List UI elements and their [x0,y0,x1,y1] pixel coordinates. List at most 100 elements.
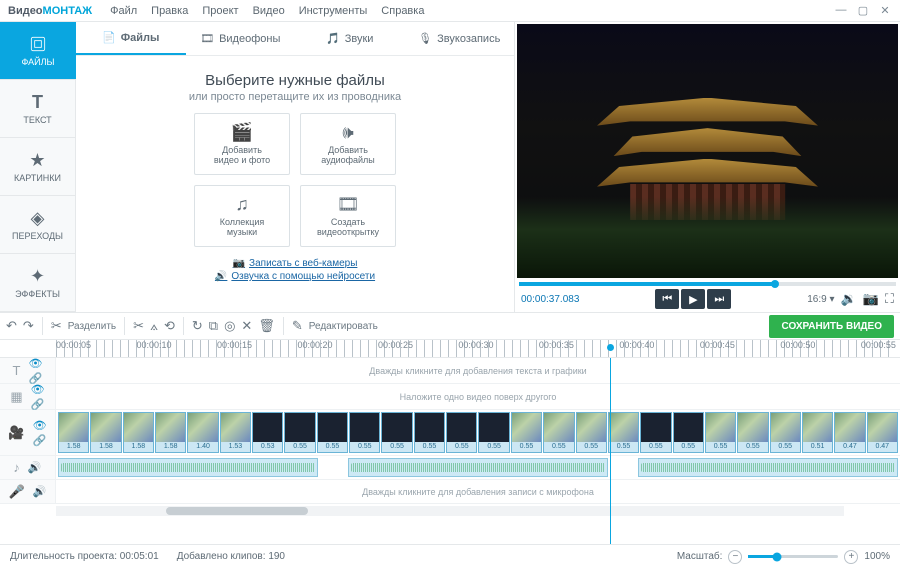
camera-icon: 🎬 [231,122,253,143]
audio-track[interactable] [56,456,900,479]
video-clip[interactable]: 0.47 [834,412,865,453]
video-clip[interactable]: 0.55 [576,412,607,453]
video-clip[interactable]: 0.55 [608,412,639,453]
tab-files[interactable]: 📄Файлы [76,22,186,55]
aspect-ratio[interactable]: 16:9 ▾ [807,294,834,305]
minimize-button[interactable]: — [834,4,848,17]
snapshot-icon[interactable]: 📷 [863,291,879,307]
video-clip[interactable]: 0.55 [349,412,380,453]
video-clip[interactable]: 0.55 [705,412,736,453]
tab-sounds[interactable]: 🎵Звуки [295,22,405,55]
video-card-button[interactable]: 🎞 Создатьвидеооткрытку [300,185,396,247]
tab-record[interactable]: 🎙Звукозапись [405,22,515,55]
menu-help[interactable]: Справка [381,5,424,17]
cut-button[interactable]: ✂ [133,318,144,334]
playhead[interactable] [610,358,611,544]
link-toggle[interactable]: 🔗 [31,398,45,411]
maximize-button[interactable]: ▢ [856,4,870,17]
time-ruler[interactable]: 00:00:0500:00:1000:00:1500:00:2000:00:25… [0,340,900,358]
audio-clip[interactable] [638,458,898,477]
save-video-button[interactable]: СОХРАНИТЬ ВИДЕО [769,315,894,338]
crop-button[interactable]: ⟑ [150,318,158,334]
video-clip[interactable]: 0.55 [640,412,671,453]
menu-tools[interactable]: Инструменты [299,5,368,17]
prev-button[interactable]: ⏮ [655,289,679,309]
menu-project[interactable]: Проект [202,5,238,17]
zoom-slider[interactable] [748,555,838,558]
delete-button[interactable]: 🗑 [258,318,275,334]
sidebar-effects[interactable]: ✦ ЭФФЕКТЫ [0,254,76,312]
video-clip[interactable]: 0.55 [511,412,542,453]
text-track[interactable]: Дважды кликните для добавления текста и … [56,358,900,383]
redo-button[interactable]: ↷ [23,318,34,334]
menu-edit[interactable]: Правка [151,5,188,17]
video-track[interactable]: 1.581.581.581.581.401.530.530.550.550.55… [56,410,900,455]
video-clip[interactable]: 0.55 [446,412,477,453]
video-clip[interactable]: 0.51 [802,412,833,453]
zoom-in-button[interactable]: + [844,550,858,564]
sidebar-label: ТЕКСТ [23,115,51,125]
music-collection-button[interactable]: ♫ Коллекциямузыки [194,185,290,247]
menu-video[interactable]: Видео [253,5,285,17]
video-clip[interactable]: 1.58 [58,412,89,453]
audio-clip[interactable] [348,458,608,477]
vis-toggle[interactable]: 👁 [31,383,45,396]
video-clip[interactable]: 0.55 [770,412,801,453]
video-clip[interactable]: 0.55 [737,412,768,453]
video-clip[interactable]: 0.53 [252,412,283,453]
mic-track[interactable]: Дважды кликните для добавления записи с … [56,480,900,503]
video-clip[interactable]: 0.55 [673,412,704,453]
video-clip[interactable]: 1.40 [187,412,218,453]
refresh-button[interactable]: ↻ [192,318,203,334]
video-clip[interactable]: 0.47 [867,412,898,453]
speaker-icon[interactable]: 🔊 [33,485,47,498]
mic-track-icon: 🎤 [9,484,25,500]
video-clip[interactable]: 1.58 [123,412,154,453]
timeline-scrollbar[interactable] [56,506,844,516]
video-clip[interactable]: 0.55 [317,412,348,453]
volume-icon[interactable]: 🔉 [841,291,857,307]
video-preview [517,24,898,278]
mic-icon: 🎙 [418,32,432,45]
pencil-icon: ✎ [292,318,303,334]
sidebar-transitions[interactable]: ◈ ПЕРЕХОДЫ [0,196,76,254]
next-button[interactable]: ⏭ [707,289,731,309]
close-button[interactable]: ✕ [878,4,892,17]
video-clip[interactable]: 1.53 [220,412,251,453]
fullscreen-icon[interactable]: ⛶ [885,291,894,307]
video-clip[interactable]: 0.55 [414,412,445,453]
vis-toggle[interactable]: 👁 [33,419,47,432]
play-button[interactable]: ▶ [681,289,705,309]
sidebar-pictures[interactable]: ★ КАРТИНКИ [0,138,76,196]
rotate-button[interactable]: ⟲ [164,318,175,334]
duplicate-button[interactable]: ⧉ [209,318,218,334]
video-clip[interactable]: 1.58 [90,412,121,453]
webcam-record-link[interactable]: 📷Записать с веб-камеры [233,258,358,269]
video-clip[interactable]: 0.55 [381,412,412,453]
video-clip[interactable]: 0.55 [284,412,315,453]
zoom-out-button[interactable]: − [728,550,742,564]
vis-toggle[interactable]: 👁 [28,357,42,370]
undo-button[interactable]: ↶ [6,318,17,334]
edit-button[interactable]: ✎ Редактировать [292,318,378,334]
link-toggle[interactable]: 🔗 [33,434,47,447]
overlay-track[interactable]: Наложите одно видео поверх другого [56,384,900,409]
split-button[interactable]: ✂ Разделить [51,318,116,334]
menu-file[interactable]: Файл [110,5,137,17]
target-button[interactable]: ◎ [224,318,235,334]
mute-clip-button[interactable]: ✕ [241,318,252,334]
preview-progress[interactable] [519,282,896,286]
zoom-label: Масштаб: [677,551,723,562]
sidebar-files[interactable]: ФАЙЛЫ [0,22,76,80]
audio-clip[interactable] [58,458,318,477]
video-clip[interactable]: 0.55 [543,412,574,453]
sidebar-label: ЭФФЕКТЫ [15,289,60,299]
ai-voiceover-link[interactable]: 🔊Озвучка с помощью нейросети [215,271,375,282]
tab-videobg[interactable]: 🎞Видеофоны [186,22,296,55]
speaker-icon[interactable]: 🔊 [28,461,42,474]
add-video-photo-button[interactable]: 🎬 Добавитьвидео и фото [194,113,290,175]
video-clip[interactable]: 0.55 [478,412,509,453]
video-clip[interactable]: 1.58 [155,412,186,453]
sidebar-text[interactable]: T ТЕКСТ [0,80,76,138]
add-audio-button[interactable]: 🕪 Добавитьаудиофайлы [300,113,396,175]
